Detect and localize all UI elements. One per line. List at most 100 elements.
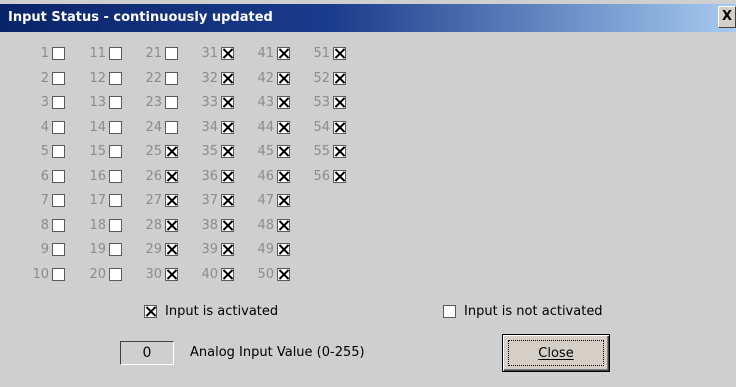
input-number: 12 bbox=[89, 70, 106, 86]
input-number: 20 bbox=[89, 266, 106, 282]
input-number: 26 bbox=[145, 168, 162, 184]
input-cell: 53 bbox=[297, 93, 346, 111]
analog-input-label: Analog Input Value (0-255) bbox=[190, 345, 365, 360]
input-cell: 54 bbox=[297, 118, 346, 136]
input-cell: 27 bbox=[129, 191, 178, 209]
input-number: 53 bbox=[313, 94, 330, 110]
input-cell: 25 bbox=[129, 142, 178, 160]
input-inactive-checkbox bbox=[52, 46, 65, 60]
input-activated-checkbox bbox=[277, 169, 290, 183]
input-inactive-checkbox bbox=[109, 95, 122, 109]
input-inactive-checkbox bbox=[52, 242, 65, 256]
input-number: 9 bbox=[40, 241, 49, 257]
input-cell: 47 bbox=[241, 191, 290, 209]
input-cell: 26 bbox=[129, 167, 178, 185]
input-inactive-checkbox bbox=[109, 169, 122, 183]
close-button-label: Close bbox=[538, 345, 574, 361]
input-number: 31 bbox=[201, 45, 218, 61]
legend-not-activated: Input is not activated bbox=[443, 304, 603, 319]
input-number: 46 bbox=[257, 168, 274, 184]
input-inactive-checkbox bbox=[109, 267, 122, 281]
input-number: 39 bbox=[201, 241, 218, 257]
input-cell: 40 bbox=[185, 265, 234, 283]
input-number: 28 bbox=[145, 217, 162, 233]
title-bar[interactable]: Input Status - continuously updated X bbox=[0, 4, 736, 32]
input-cell: 1 bbox=[16, 44, 65, 62]
input-activated-checkbox bbox=[333, 71, 346, 85]
input-number: 27 bbox=[145, 192, 162, 208]
input-cell: 49 bbox=[241, 240, 290, 258]
input-activated-checkbox bbox=[333, 120, 346, 134]
input-inactive-checkbox bbox=[52, 120, 65, 134]
input-activated-checkbox bbox=[277, 193, 290, 207]
input-number: 44 bbox=[257, 119, 274, 135]
input-number: 36 bbox=[201, 168, 218, 184]
input-number: 41 bbox=[257, 45, 274, 61]
input-inactive-checkbox bbox=[109, 120, 122, 134]
input-cell: 37 bbox=[185, 191, 234, 209]
input-cell: 23 bbox=[129, 93, 178, 111]
input-number: 40 bbox=[201, 266, 218, 282]
input-activated-checkbox bbox=[333, 169, 346, 183]
input-cell: 36 bbox=[185, 167, 234, 185]
input-number: 42 bbox=[257, 70, 274, 86]
input-inactive-checkbox bbox=[52, 267, 65, 281]
input-cell: 3 bbox=[16, 93, 65, 111]
legend-activated: Input is activated bbox=[144, 304, 278, 319]
input-inactive-checkbox bbox=[165, 120, 178, 134]
input-cell: 13 bbox=[73, 93, 122, 111]
window-close-icon[interactable]: X bbox=[718, 6, 736, 28]
input-inactive-checkbox bbox=[52, 71, 65, 85]
input-status-dialog: Input Status - continuously updated X 12… bbox=[0, 0, 736, 387]
input-number: 35 bbox=[201, 143, 218, 159]
input-number: 30 bbox=[145, 266, 162, 282]
input-inactive-checkbox bbox=[109, 218, 122, 232]
input-activated-checkbox bbox=[277, 144, 290, 158]
input-number: 18 bbox=[89, 217, 106, 233]
input-number: 38 bbox=[201, 217, 218, 233]
input-number: 23 bbox=[145, 94, 162, 110]
input-activated-checkbox bbox=[277, 218, 290, 232]
input-inactive-checkbox bbox=[165, 71, 178, 85]
input-number: 50 bbox=[257, 266, 274, 282]
input-activated-checkbox bbox=[165, 218, 178, 232]
input-number: 22 bbox=[145, 70, 162, 86]
input-number: 15 bbox=[89, 143, 106, 159]
input-number: 11 bbox=[89, 45, 106, 61]
input-cell: 29 bbox=[129, 240, 178, 258]
input-inactive-checkbox bbox=[52, 144, 65, 158]
input-cell: 15 bbox=[73, 142, 122, 160]
input-cell: 8 bbox=[16, 216, 65, 234]
input-number: 25 bbox=[145, 143, 162, 159]
input-number: 5 bbox=[40, 143, 49, 159]
input-activated-checkbox bbox=[221, 71, 234, 85]
input-number: 51 bbox=[313, 45, 330, 61]
input-cell: 16 bbox=[73, 167, 122, 185]
input-activated-checkbox bbox=[221, 120, 234, 134]
input-cell: 11 bbox=[73, 44, 122, 62]
input-inactive-checkbox bbox=[52, 218, 65, 232]
input-inactive-checkbox bbox=[109, 193, 122, 207]
input-cell: 18 bbox=[73, 216, 122, 234]
input-number: 48 bbox=[257, 217, 274, 233]
input-number: 32 bbox=[201, 70, 218, 86]
input-activated-checkbox bbox=[221, 95, 234, 109]
input-number: 29 bbox=[145, 241, 162, 257]
close-button[interactable]: Close bbox=[502, 334, 610, 372]
input-cell: 5 bbox=[16, 142, 65, 160]
input-cell: 32 bbox=[185, 69, 234, 87]
input-activated-checkbox bbox=[221, 169, 234, 183]
input-cell: 43 bbox=[241, 93, 290, 111]
legend-checked-checkbox-icon bbox=[144, 305, 157, 318]
input-cell: 45 bbox=[241, 142, 290, 160]
input-number: 54 bbox=[313, 119, 330, 135]
input-cell: 31 bbox=[185, 44, 234, 62]
input-number: 6 bbox=[40, 168, 49, 184]
input-cell: 24 bbox=[129, 118, 178, 136]
input-number: 3 bbox=[40, 94, 49, 110]
input-inactive-checkbox bbox=[109, 71, 122, 85]
legend-not-activated-label: Input is not activated bbox=[464, 304, 603, 319]
input-number: 1 bbox=[40, 45, 49, 61]
input-cell: 44 bbox=[241, 118, 290, 136]
input-inactive-checkbox bbox=[52, 169, 65, 183]
